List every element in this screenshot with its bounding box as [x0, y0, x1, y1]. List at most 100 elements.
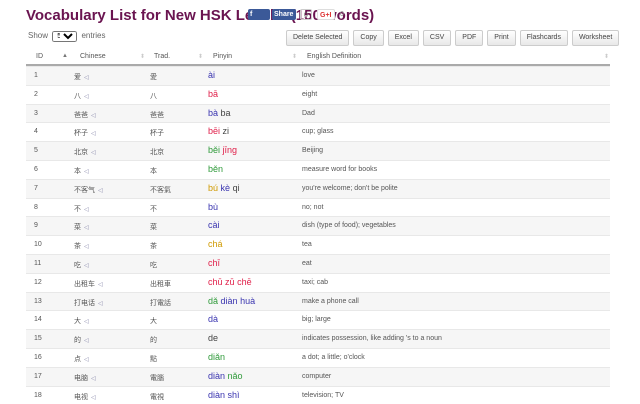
pinyin-syllable: chū	[208, 276, 223, 287]
table-row[interactable]: 8 不 ◁ 不 bù no; not	[26, 197, 610, 217]
sort-asc-icon[interactable]: ▲	[62, 53, 68, 59]
table-row[interactable]: 4 杯子 ◁ 杯子 bēi zi cup; glass	[26, 122, 610, 141]
pinyin-cell: chī	[208, 258, 220, 268]
speaker-icon[interactable]: ◁	[84, 338, 89, 344]
trad-cell: 電腦	[150, 374, 164, 382]
pinyin-syllable: jīng	[222, 145, 238, 156]
table-row[interactable]: 6 本 ◁ 本 běn measure word for books	[26, 159, 610, 179]
google-plus-button[interactable]: G+I	[317, 9, 335, 20]
facebook-like-button[interactable]: f Like	[248, 9, 270, 29]
pinyin-cell: chá	[208, 239, 223, 249]
chinese-cell: 出租车 ◁	[74, 279, 103, 289]
speaker-icon[interactable]: ◁	[84, 244, 89, 250]
row-id: 9	[34, 222, 38, 230]
pinyin-syllable: nǎo	[227, 370, 243, 381]
table-row[interactable]: 10 茶 ◁ 茶 chá tea	[26, 235, 610, 254]
table-row[interactable]: 7 不客气 ◁ 不客氣 bú kè qi you're welcome; don't be…	[26, 178, 610, 198]
speaker-icon[interactable]: ◁	[84, 225, 89, 231]
chinese-text: 杯子	[74, 130, 88, 138]
entries-select[interactable]: 50	[52, 31, 78, 42]
speaker-icon[interactable]: ◁	[98, 282, 103, 288]
chinese-cell: 点 ◁	[74, 354, 89, 364]
pinyin-syllable: zū	[225, 276, 235, 287]
speaker-icon[interactable]: ◁	[84, 169, 89, 175]
col-pinyin[interactable]: Pinyin	[213, 53, 232, 60]
chinese-text: 打电话	[74, 299, 95, 307]
speaker-icon[interactable]: ◁	[91, 150, 96, 156]
chinese-cell: 电脑 ◁	[74, 373, 96, 383]
table-row[interactable]: 2 八 ◁ 八 bā eight	[26, 84, 610, 104]
table-row[interactable]: 1 爱 ◁ 愛 ài love	[26, 66, 610, 85]
pinyin-syllable: kè	[220, 182, 231, 193]
copy-button[interactable]: Copy	[353, 30, 384, 46]
pinyin-cell: diǎn	[208, 352, 225, 362]
chinese-text: 吃	[74, 261, 81, 269]
col-trad[interactable]: Trad.	[154, 53, 170, 60]
csv-button[interactable]: CSV	[422, 30, 452, 46]
delete-selected-button[interactable]: Delete Selected	[286, 30, 350, 46]
speaker-icon[interactable]: ◁	[84, 75, 89, 81]
chinese-text: 茶	[74, 243, 81, 251]
excel-button[interactable]: Excel	[387, 30, 419, 46]
pinyin-syllable: chá	[208, 239, 223, 250]
chinese-text: 电视	[74, 393, 88, 401]
pinyin-cell: bēi zi	[208, 126, 229, 136]
speaker-icon[interactable]: ◁	[84, 319, 89, 325]
table-row[interactable]: 13 打电话 ◁ 打電話 dǎ diàn huà make a phone call	[26, 291, 610, 311]
worksheet-button[interactable]: Worksheet	[571, 30, 620, 46]
pinyin-syllable: běi	[208, 145, 221, 156]
table-row[interactable]: 15 的 ◁ 的 de indicates possession, like adding…	[26, 329, 610, 348]
table-row[interactable]: 3 爸爸 ◁ 爸爸 bà ba Dad	[26, 103, 610, 123]
table-row[interactable]: 9 菜 ◁ 菜 cài dish (type of food); vegetables	[26, 216, 610, 236]
flashcards-button[interactable]: Flashcards	[519, 30, 568, 46]
col-chinese[interactable]: Chinese	[80, 53, 106, 60]
print-button[interactable]: Print	[487, 30, 516, 46]
chinese-cell: 爱 ◁	[74, 72, 89, 82]
speaker-icon[interactable]: ◁	[84, 94, 89, 100]
sort-icon[interactable]: ⬍	[292, 53, 297, 60]
col-id[interactable]: ID	[36, 53, 43, 60]
pinyin-syllable: bù	[208, 201, 219, 212]
pinyin-cell: chū zū chē	[208, 277, 252, 287]
facebook-share-button[interactable]: Share	[272, 9, 296, 20]
pinyin-cell: dǎ diàn huà	[208, 296, 255, 306]
trad-cell: 電視	[150, 393, 164, 401]
sort-icon[interactable]: ⬍	[198, 53, 203, 60]
speaker-icon[interactable]: ◁	[91, 113, 96, 119]
row-id: 13	[34, 297, 42, 305]
english-cell: no; not	[302, 203, 324, 211]
table-row[interactable]: 5 北京 ◁ 北京 běi jīng Beijing	[26, 141, 610, 160]
sort-icon[interactable]: ⬍	[140, 53, 145, 60]
english-cell: big; large	[302, 316, 331, 324]
sort-icon[interactable]: ⬍	[604, 53, 609, 60]
table-row[interactable]: 11 吃 ◁ 吃 chī eat	[26, 253, 610, 273]
pinyin-cell: de	[208, 333, 218, 343]
speaker-icon[interactable]: ◁	[84, 357, 89, 363]
speaker-icon[interactable]: ◁	[84, 207, 89, 213]
pinyin-cell: bù	[208, 202, 218, 212]
pinyin-syllable: shì	[227, 389, 240, 400]
table-row[interactable]: 12 出租车 ◁ 出租車 chū zū chē taxi; cab	[26, 272, 610, 292]
pdf-button[interactable]: PDF	[455, 30, 484, 46]
pinyin-syllable: ba	[220, 107, 231, 118]
table-row[interactable]: 16 点 ◁ 點 diǎn a dot; a little; o'clock	[26, 347, 610, 367]
col-english[interactable]: English Definition	[307, 53, 361, 60]
table-row[interactable]: 14 大 ◁ 大 dà big; large	[26, 310, 610, 329]
table-row[interactable]: 17 电脑 ◁ 電腦 diàn nǎo computer	[26, 366, 610, 386]
speaker-icon[interactable]: ◁	[98, 188, 103, 194]
table-row[interactable]: 18 电视 ◁ 電視 diàn shì television; TV	[26, 385, 610, 404]
pinyin-cell: běi jīng	[208, 145, 237, 155]
speaker-icon[interactable]: ◁	[98, 301, 103, 307]
chinese-text: 爸爸	[74, 111, 88, 119]
entries-label: entries	[81, 31, 106, 40]
chinese-cell: 不 ◁	[74, 204, 89, 214]
trad-cell: 吃	[150, 261, 157, 269]
speaker-icon[interactable]: ◁	[91, 376, 96, 382]
speaker-icon[interactable]: ◁	[91, 131, 96, 137]
english-cell: dish (type of food); vegetables	[302, 222, 396, 230]
pinyin-syllable: dǎ	[208, 295, 219, 306]
speaker-icon[interactable]: ◁	[84, 263, 89, 269]
pinyin-cell: bā	[208, 89, 218, 99]
trad-cell: 茶	[150, 243, 157, 251]
chinese-text: 菜	[74, 224, 81, 232]
